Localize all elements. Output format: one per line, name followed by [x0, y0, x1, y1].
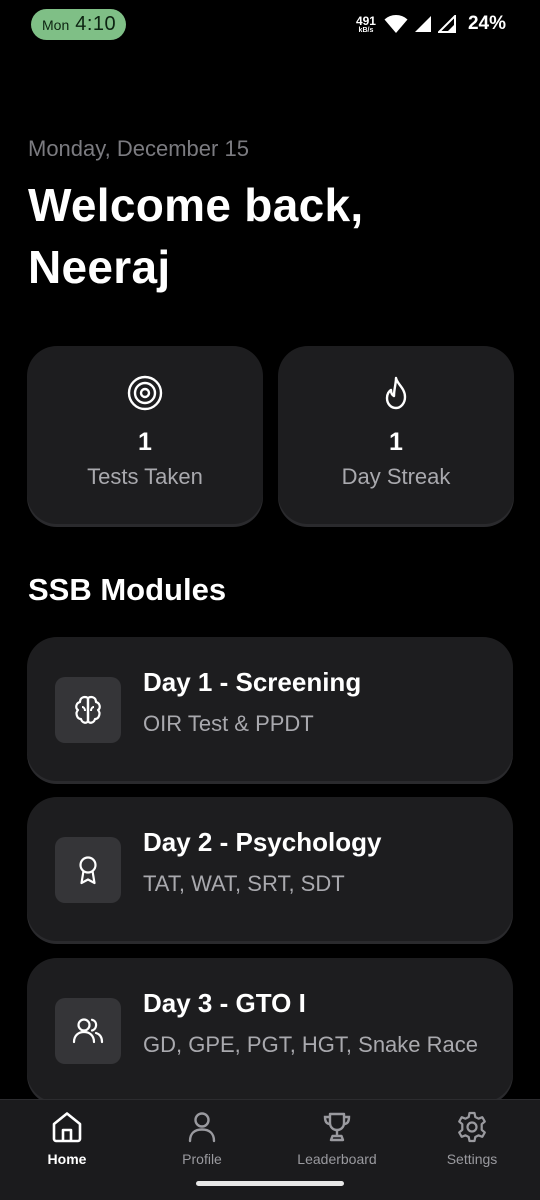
section-title: SSB Modules [28, 572, 227, 607]
network-speed-unit: kB/s [358, 26, 374, 34]
user-icon [188, 1112, 216, 1143]
target-icon [127, 375, 163, 411]
brain-icon [75, 695, 101, 724]
module-subtitle: TAT, WAT, SRT, SDT [143, 871, 345, 896]
network-speed-value: 491 [355, 13, 376, 28]
clock-time: 4:10 [75, 13, 117, 35]
user-name: Neeraj [28, 241, 171, 293]
clock-day: Mon [42, 16, 70, 33]
module-icon-box [55, 837, 121, 903]
stat-value: 1 [389, 428, 403, 456]
current-date: Monday, December 15 [28, 136, 249, 161]
flame-icon [385, 376, 407, 410]
status-bar: Mon 4:10 491 kB/s 24% [0, 0, 540, 48]
module-card-day-3[interactable]: Day 3 - GTO I GD, GPE, PGT, HGT, Snake R… [27, 958, 513, 1102]
nav-item-home[interactable]: Home [7, 1110, 127, 1167]
module-subtitle: OIR Test & PPDT [143, 711, 314, 736]
network-speed: 491 kB/s [356, 15, 376, 34]
nav-label: Profile [182, 1151, 222, 1167]
status-indicators: 491 kB/s 24% [356, 12, 506, 36]
nav-item-leaderboard[interactable]: Leaderboard [277, 1110, 397, 1167]
welcome-line: Welcome back, [28, 179, 364, 231]
trophy-icon [323, 1112, 351, 1142]
award-icon [79, 856, 97, 885]
home-icon [52, 1112, 82, 1143]
module-icon-box [55, 677, 121, 743]
module-card-day-1[interactable]: Day 1 - Screening OIR Test & PPDT [27, 637, 513, 781]
module-title: Day 1 - Screening [143, 667, 362, 697]
nav-label: Home [47, 1151, 87, 1167]
module-icon-box [55, 998, 121, 1064]
home-screen: Mon 4:10 491 kB/s 24% Monday, December 1… [0, 0, 540, 1200]
clock-pill: Mon 4:10 [31, 9, 126, 40]
battery-percentage: 24% [467, 13, 506, 34]
wifi-icon [384, 15, 408, 33]
module-title: Day 3 - GTO I [143, 988, 306, 1018]
home-indicator[interactable] [196, 1181, 344, 1186]
signal-icon [437, 15, 456, 33]
module-card-day-2[interactable]: Day 2 - Psychology TAT, WAT, SRT, SDT [27, 797, 513, 941]
module-title: Day 2 - Psychology [143, 827, 382, 857]
nav-item-settings[interactable]: Settings [412, 1110, 532, 1167]
nav-label: Leaderboard [297, 1151, 377, 1167]
module-subtitle: GD, GPE, PGT, HGT, Snake Race [143, 1032, 478, 1057]
stat-card-day-streak[interactable]: 1 Day Streak [278, 346, 514, 524]
welcome-heading: Welcome back, Neeraj [28, 174, 363, 298]
users-icon [72, 1018, 104, 1044]
nav-item-profile[interactable]: Profile [142, 1110, 262, 1167]
stat-label: Day Streak [341, 464, 451, 489]
stat-label: Tests Taken [87, 464, 203, 489]
signal-icon [414, 16, 431, 32]
stat-value: 1 [138, 428, 152, 456]
stat-card-tests-taken[interactable]: 1 Tests Taken [27, 346, 263, 524]
gear-icon [458, 1111, 486, 1143]
nav-label: Settings [446, 1151, 498, 1167]
